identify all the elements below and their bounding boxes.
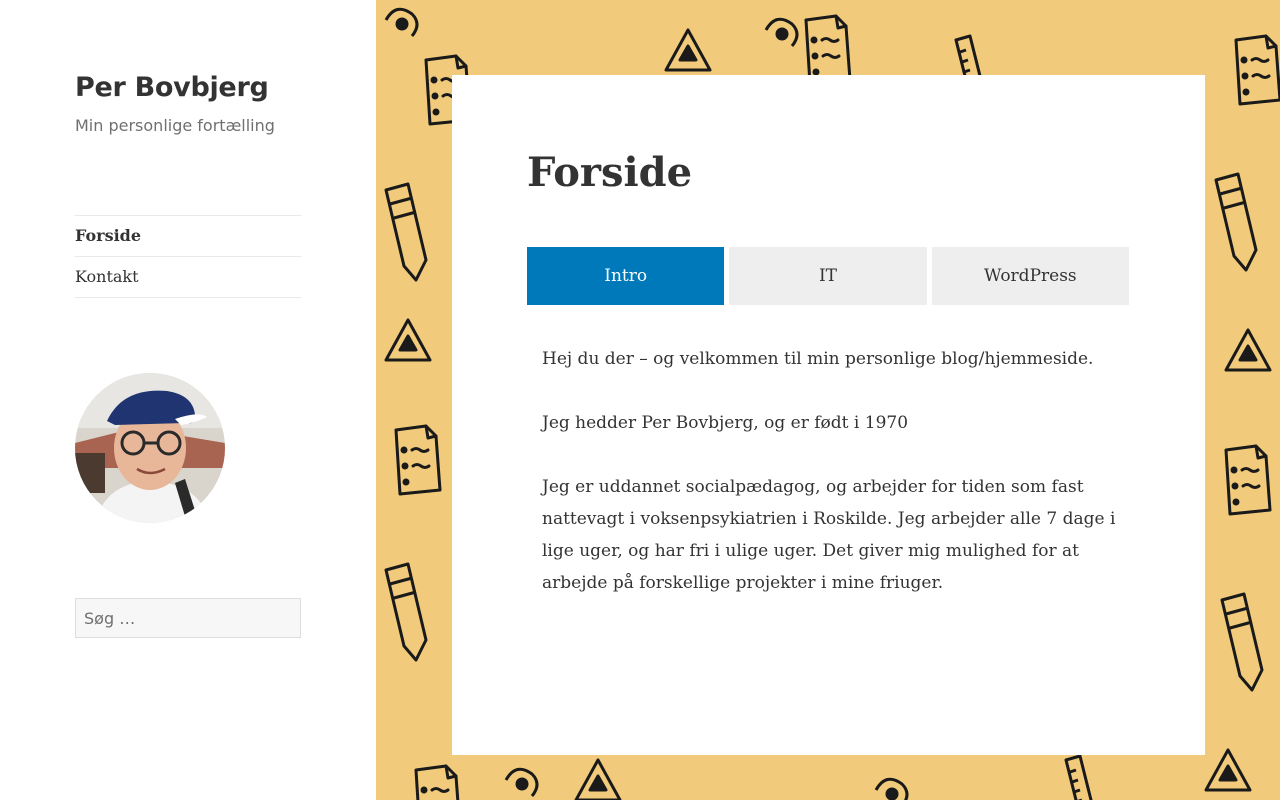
nav-item-kontakt[interactable]: Kontakt	[75, 257, 301, 298]
tab-panel-intro: Hej du der – og velkommen til min person…	[542, 343, 1117, 631]
tab-bar: Intro IT WordPress	[527, 247, 1129, 305]
intro-paragraph-name: Jeg hedder Per Bovbjerg, og er født i 19…	[542, 413, 909, 433]
tab-it[interactable]: IT	[729, 247, 927, 305]
content-card: Forside Intro IT WordPress Hej du der – …	[452, 75, 1205, 755]
intro-paragraph-work: Jeg er uddannet socialpædagog, og arbejd…	[542, 477, 1116, 593]
sidebar: Per Bovbjerg Min personlige fortælling F…	[0, 0, 376, 800]
nav-link-forside[interactable]: Forside	[75, 216, 301, 256]
profile-photo	[75, 373, 225, 523]
site-title[interactable]: Per Bovbjerg	[75, 72, 269, 103]
tab-wordpress[interactable]: WordPress	[931, 247, 1129, 305]
page-title: Forside	[527, 149, 693, 196]
nav-item-forside[interactable]: Forside	[75, 216, 301, 257]
intro-paragraph-welcome: Hej du der – og velkommen til min person…	[542, 349, 1094, 369]
nav-link-kontakt[interactable]: Kontakt	[75, 257, 301, 297]
main-navigation: Forside Kontakt	[75, 215, 301, 298]
site-description: Min personlige fortælling	[75, 116, 275, 135]
tab-intro[interactable]: Intro	[527, 247, 725, 305]
avatar	[75, 373, 225, 523]
search-input[interactable]	[75, 598, 301, 638]
